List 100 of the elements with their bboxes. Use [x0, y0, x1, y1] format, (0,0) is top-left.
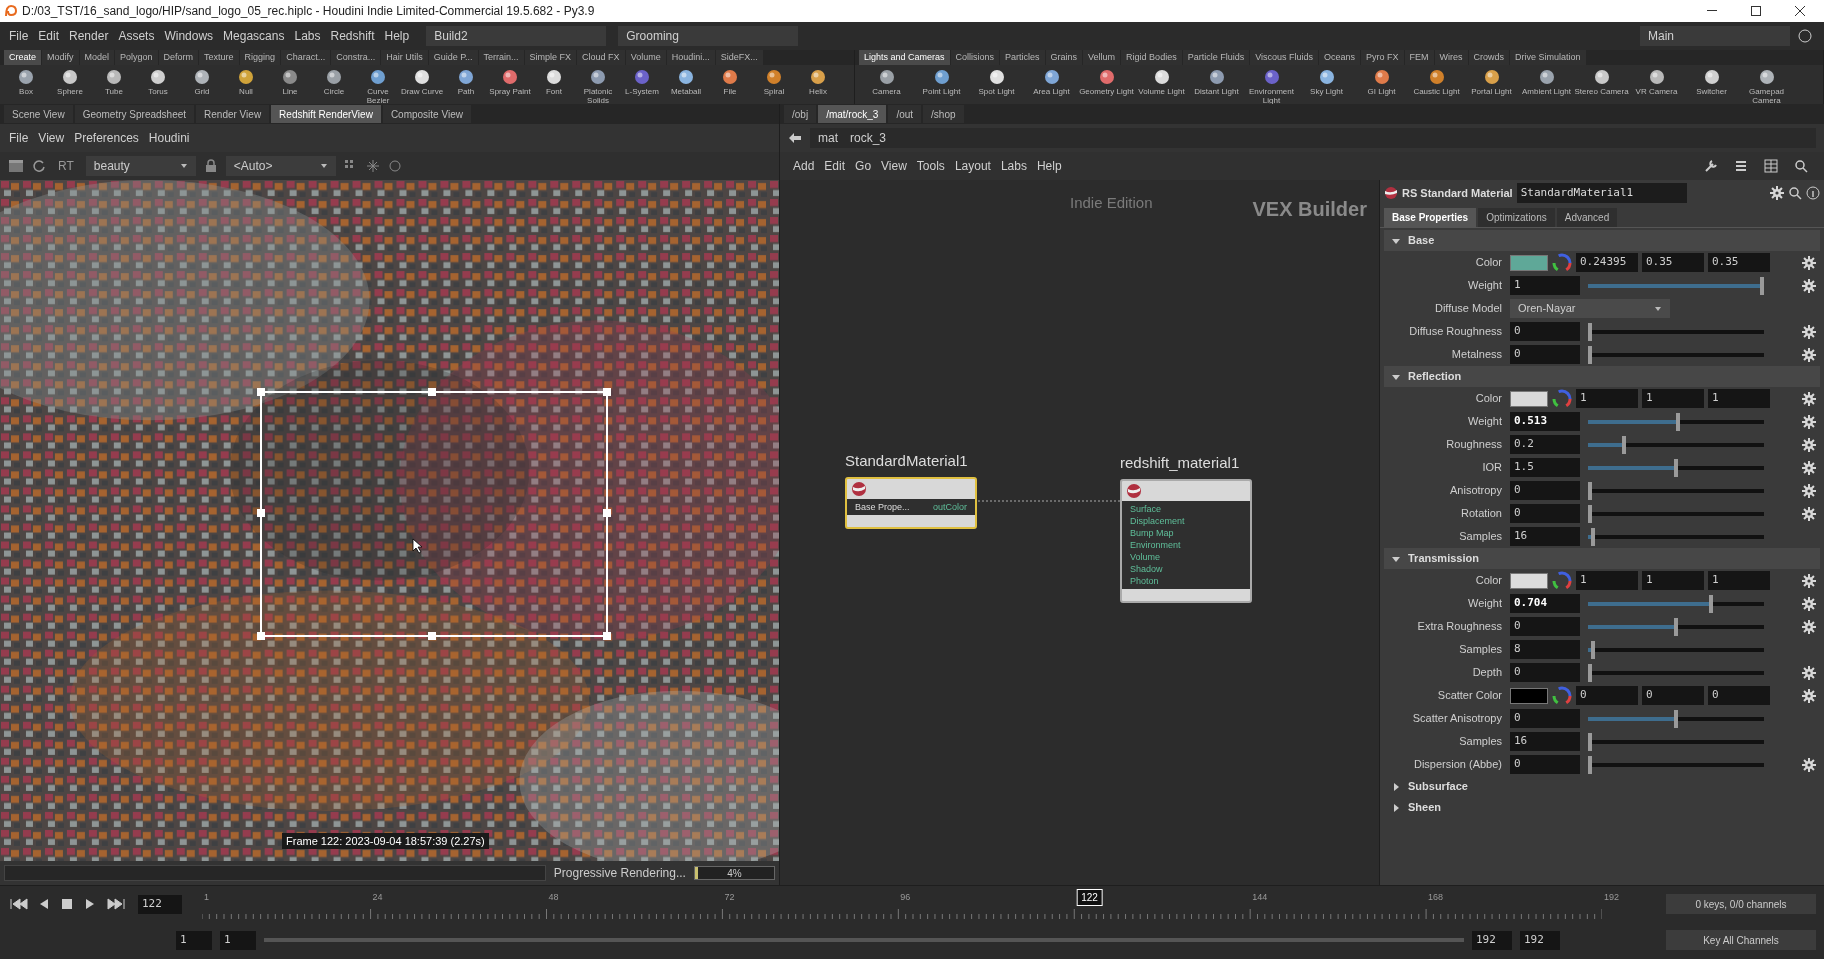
menu-item[interactable]: Labs [995, 157, 1032, 175]
input-port[interactable]: Surface [1122, 502, 1185, 515]
slider-track[interactable] [1588, 755, 1764, 774]
value-field[interactable]: 8 [1510, 640, 1580, 659]
dropdown[interactable]: Oren-Nayar [1510, 299, 1670, 318]
clapper-icon[interactable] [8, 159, 24, 173]
shelf-tool[interactable]: Grid [180, 67, 224, 96]
color-swatch[interactable] [1510, 390, 1548, 407]
pane-tab[interactable]: /mat/rock_3 [818, 105, 887, 123]
slider-track[interactable] [1588, 412, 1764, 431]
table-icon[interactable] [1764, 159, 1778, 173]
shelf-tab[interactable]: Lights and Cameras [859, 50, 950, 65]
color-swatch[interactable] [1510, 572, 1548, 589]
input-port[interactable]: Displacement [1122, 514, 1185, 527]
shelf-tool[interactable]: Gamepad Camera [1739, 67, 1794, 105]
value-field[interactable]: 0 [1510, 481, 1580, 500]
section-header[interactable]: Reflection [1384, 366, 1820, 387]
slider-thumb[interactable] [1588, 504, 1592, 523]
playhead[interactable]: 122 [1076, 889, 1103, 906]
shelf-tool[interactable]: Spiral [752, 67, 796, 96]
menu-item[interactable]: Preferences [69, 129, 144, 147]
input-port[interactable]: Photon [1122, 574, 1185, 587]
slider-thumb[interactable] [1588, 755, 1592, 774]
slider-track[interactable] [1588, 504, 1764, 523]
render-region[interactable] [260, 391, 608, 637]
path-segment[interactable]: rock_3 [850, 129, 887, 147]
value-field[interactable]: 0 [1510, 755, 1580, 774]
rt-button[interactable]: RT [54, 157, 78, 175]
value-field[interactable]: 0 [1510, 617, 1580, 636]
slider-track[interactable] [1588, 709, 1764, 728]
gear-icon[interactable] [1770, 186, 1784, 200]
help-icon[interactable] [1798, 29, 1812, 43]
shelf-tab[interactable]: Simple FX [524, 50, 577, 65]
node[interactable]: Surface Displacement Bump Map Environment Volume Shadow Photon [1120, 478, 1252, 603]
gear-icon[interactable] [1802, 757, 1816, 772]
gear-icon[interactable] [1802, 437, 1816, 452]
snowflake-icon[interactable] [365, 159, 380, 173]
value-field[interactable]: 122 [138, 894, 182, 914]
value-field[interactable]: 1 [1510, 276, 1580, 295]
value-field[interactable]: 1 [176, 930, 212, 950]
shelf-tool[interactable]: Portal Light [1464, 67, 1519, 96]
shelf-tab[interactable]: Rigging [239, 50, 281, 65]
output-port[interactable]: outColor [932, 500, 975, 513]
color-wheel-icon[interactable] [1552, 685, 1572, 706]
shelf-tab[interactable]: Terrain... [478, 50, 524, 65]
shelf-tab[interactable]: Rigid Bodies [1121, 50, 1182, 65]
color-swatch[interactable] [1510, 254, 1548, 271]
gear-icon[interactable] [1802, 688, 1816, 703]
slider-track[interactable] [1588, 345, 1764, 364]
color-wheel-icon[interactable] [1552, 570, 1572, 591]
slider-track[interactable] [1588, 322, 1764, 341]
aov-dropdown[interactable]: beauty [85, 156, 196, 176]
menu-item[interactable]: Tools [911, 157, 950, 175]
value-field[interactable]: 0 [1708, 686, 1770, 705]
slider-thumb[interactable] [1674, 458, 1678, 477]
value-field[interactable]: 1 [1642, 389, 1704, 408]
slider-track[interactable] [1588, 594, 1764, 613]
shelf-tool[interactable]: Metaball [664, 67, 708, 96]
shelf-tab[interactable]: Guide P... [428, 50, 478, 65]
shelf-tab[interactable]: Model [79, 50, 115, 65]
menu-item[interactable]: Houdini [143, 129, 195, 147]
slider-thumb[interactable] [1622, 435, 1627, 454]
value-field[interactable]: 0.2 [1510, 435, 1580, 454]
input-port[interactable]: Bump Map [1122, 526, 1185, 539]
shelf-tool[interactable]: VR Camera [1629, 67, 1684, 96]
color-swatch[interactable] [1510, 687, 1548, 704]
shelf-tool[interactable]: Point Light [914, 67, 969, 96]
shelf-tab[interactable]: Hair Utils [381, 50, 428, 65]
menu-item[interactable]: View [876, 157, 912, 175]
value-field[interactable]: 16 [1510, 732, 1580, 751]
shelf-tool[interactable]: Switcher [1684, 67, 1739, 96]
menu-item[interactable]: Render [64, 27, 114, 45]
path-segment[interactable]: mat [818, 129, 838, 147]
slider-thumb[interactable] [1588, 345, 1592, 364]
color-wheel-icon[interactable] [1552, 388, 1572, 409]
value-field[interactable]: 0 [1642, 686, 1704, 705]
shelf-tool[interactable]: Torus [136, 67, 180, 96]
slider-thumb[interactable] [1588, 481, 1592, 500]
shelf-tool[interactable]: Null [224, 67, 268, 96]
shelf-tab[interactable]: Grains [1045, 50, 1083, 65]
shelf-tool[interactable]: Helix [796, 67, 840, 96]
node[interactable]: Base Prope... outColor [845, 476, 977, 529]
pane-tab[interactable]: Composite View [382, 105, 471, 123]
menu-item[interactable]: Labs [289, 27, 326, 45]
key-all-channels-dropdown[interactable]: Key All Channels [1666, 930, 1816, 950]
input-port[interactable]: Environment [1122, 538, 1185, 551]
section-header[interactable]: Base [1384, 230, 1820, 251]
shelf-tool[interactable]: Sphere [48, 67, 92, 96]
shelf-tab[interactable]: Create [4, 50, 41, 65]
value-field[interactable]: 0 [1576, 686, 1638, 705]
slider-thumb[interactable] [1588, 732, 1592, 751]
pane-tab[interactable]: Redshift RenderView [271, 105, 381, 123]
shelf-tab[interactable]: Crowds [1468, 50, 1510, 65]
shelf-tab[interactable]: Texture [199, 50, 239, 65]
gear-icon[interactable] [1802, 596, 1816, 611]
shelf-tab[interactable]: Vellum [1083, 50, 1121, 65]
shelf-tool[interactable]: Path [444, 67, 488, 96]
list-icon[interactable] [1734, 159, 1748, 173]
section-header[interactable]: Transmission [1384, 548, 1820, 569]
workspace-selector[interactable]: Main [1640, 26, 1790, 46]
